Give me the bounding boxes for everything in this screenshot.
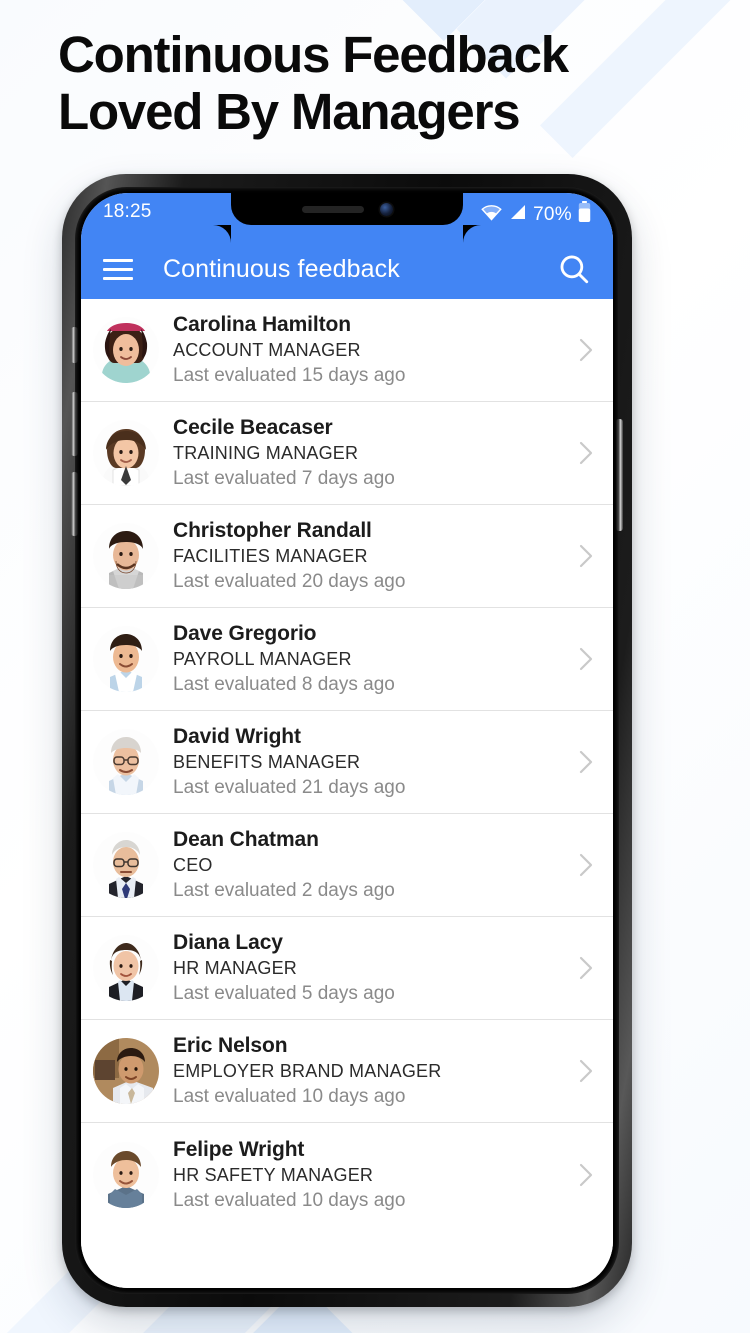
list-item[interactable]: Cecile Beacaser TRAINING MANAGER Last ev… xyxy=(81,402,613,505)
notch-corner-right xyxy=(463,225,481,243)
employee-role: EMPLOYER BRAND MANAGER xyxy=(173,1061,442,1081)
status-bar-clock: 18:25 xyxy=(103,201,152,222)
hamburger-bar-2 xyxy=(103,267,133,271)
volume-down-button[interactable] xyxy=(71,472,78,536)
phone-mockup: 18:25 70% Continuous feedback Carolina H… xyxy=(62,174,632,1307)
list-item-text: Dean Chatman CEO Last evaluated 2 days a… xyxy=(173,826,575,904)
notch-corner-left xyxy=(213,225,231,243)
employee-last-evaluated: Last evaluated 10 days ago xyxy=(173,1189,406,1211)
employee-name: Carolina Hamilton xyxy=(173,313,351,336)
employee-name: Cecile Beacaser xyxy=(173,416,333,439)
app-bar: Continuous feedback xyxy=(81,239,613,299)
list-item[interactable]: Dean Chatman CEO Last evaluated 2 days a… xyxy=(81,814,613,917)
employee-name: Dean Chatman xyxy=(173,828,319,851)
employee-last-evaluated: Last evaluated 21 days ago xyxy=(173,777,406,798)
employee-list[interactable]: Carolina Hamilton ACCOUNT MANAGER Last e… xyxy=(81,299,613,1288)
avatar xyxy=(93,317,159,383)
list-item[interactable]: Christopher Randall FACILITIES MANAGER L… xyxy=(81,505,613,608)
avatar xyxy=(93,523,159,589)
employee-role: FACILITIES MANAGER xyxy=(173,546,368,566)
employee-last-evaluated: Last evaluated 8 days ago xyxy=(173,674,395,695)
list-item-text: Carolina Hamilton ACCOUNT MANAGER Last e… xyxy=(173,311,575,389)
earpiece-speaker xyxy=(301,205,364,213)
chevron-right-icon[interactable] xyxy=(575,642,597,676)
avatar xyxy=(93,935,159,1001)
list-item[interactable]: Dave Gregorio PAYROLL MANAGER Last evalu… xyxy=(81,608,613,711)
chevron-right-icon[interactable] xyxy=(575,333,597,367)
front-camera-icon xyxy=(379,202,393,216)
employee-last-evaluated: Last evaluated 20 days ago xyxy=(173,571,406,592)
cellular-signal-icon xyxy=(509,203,527,227)
list-item[interactable]: Eric Nelson EMPLOYER BRAND MANAGER Last … xyxy=(81,1020,613,1123)
battery-icon xyxy=(578,201,591,229)
hamburger-menu-icon[interactable] xyxy=(103,258,133,280)
list-item-text: David Wright BENEFITS MANAGER Last evalu… xyxy=(173,723,575,801)
employee-role: HR SAFETY MANAGER xyxy=(173,1164,374,1185)
phone-bezel: 18:25 70% Continuous feedback Carolina H… xyxy=(71,187,623,1294)
status-bar-right: 70% xyxy=(480,201,591,229)
avatar xyxy=(93,832,159,898)
employee-role: ACCOUNT MANAGER xyxy=(173,340,361,360)
employee-role: BENEFITS MANAGER xyxy=(173,752,361,772)
avatar xyxy=(93,1038,159,1104)
headline-line-1: Continuous Feedback xyxy=(58,26,569,83)
chevron-right-icon[interactable] xyxy=(575,848,597,882)
list-item-text: Eric Nelson EMPLOYER BRAND MANAGER Last … xyxy=(173,1032,575,1110)
list-item-text: Diana Lacy HR MANAGER Last evaluated 5 d… xyxy=(173,929,575,1007)
volume-up-button[interactable] xyxy=(71,392,78,456)
employee-last-evaluated: Last evaluated 15 days ago xyxy=(173,365,406,386)
avatar xyxy=(93,729,159,795)
chevron-right-icon[interactable] xyxy=(575,1158,597,1192)
power-button[interactable] xyxy=(616,419,623,531)
hamburger-bar-1 xyxy=(103,258,133,262)
employee-last-evaluated: Last evaluated 7 days ago xyxy=(173,468,395,489)
employee-name: Diana Lacy xyxy=(173,931,283,954)
employee-last-evaluated: Last evaluated 2 days ago xyxy=(173,880,395,901)
chevron-right-icon[interactable] xyxy=(575,539,597,573)
chevron-right-icon[interactable] xyxy=(575,1054,597,1088)
chevron-right-icon[interactable] xyxy=(575,951,597,985)
hamburger-bar-3 xyxy=(103,276,133,280)
headline-line-2: Loved By Managers xyxy=(58,83,521,140)
status-bar: 18:25 70% xyxy=(81,193,613,243)
list-item-text: Cecile Beacaser TRAINING MANAGER Last ev… xyxy=(173,414,575,492)
list-item[interactable]: Carolina Hamilton ACCOUNT MANAGER Last e… xyxy=(81,299,613,402)
avatar xyxy=(93,1141,159,1208)
list-item[interactable]: David Wright BENEFITS MANAGER Last evalu… xyxy=(81,711,613,814)
employee-name: Christopher Randall xyxy=(173,519,372,542)
page-headline: Continuous Feedback Loved By Managers xyxy=(58,26,698,140)
app-bar-title: Continuous feedback xyxy=(163,254,400,283)
employee-role: PAYROLL MANAGER xyxy=(173,649,352,669)
employee-last-evaluated: Last evaluated 5 days ago xyxy=(173,983,395,1004)
employee-name: Dave Gregorio xyxy=(173,622,317,645)
chevron-right-icon[interactable] xyxy=(575,745,597,779)
list-item-text: Dave Gregorio PAYROLL MANAGER Last evalu… xyxy=(173,620,575,698)
avatar xyxy=(93,420,159,486)
status-bar-left: 18:25 xyxy=(103,201,152,223)
employee-name: Eric Nelson xyxy=(173,1034,288,1057)
employee-last-evaluated: Last evaluated 10 days ago xyxy=(173,1086,406,1107)
mute-switch[interactable] xyxy=(71,327,78,363)
employee-name: David Wright xyxy=(173,725,301,748)
display-notch xyxy=(231,193,463,225)
phone-screen: 18:25 70% Continuous feedback Carolina H… xyxy=(81,193,613,1288)
list-item-text: Felipe Wright HR SAFETY MANAGER Last eva… xyxy=(173,1136,575,1214)
employee-role: CEO xyxy=(173,855,213,875)
list-item[interactable]: Felipe Wright HR SAFETY MANAGER Last eva… xyxy=(81,1123,613,1226)
list-item-text: Christopher Randall FACILITIES MANAGER L… xyxy=(173,517,575,595)
wifi-icon xyxy=(480,203,503,228)
search-icon[interactable] xyxy=(557,252,591,286)
battery-percent-label: 70% xyxy=(533,204,572,225)
employee-role: TRAINING MANAGER xyxy=(173,443,359,463)
list-item[interactable]: Diana Lacy HR MANAGER Last evaluated 5 d… xyxy=(81,917,613,1020)
avatar xyxy=(93,626,159,692)
employee-role: HR MANAGER xyxy=(173,958,298,978)
employee-name: Felipe Wright xyxy=(173,1137,305,1161)
chevron-right-icon[interactable] xyxy=(575,436,597,470)
